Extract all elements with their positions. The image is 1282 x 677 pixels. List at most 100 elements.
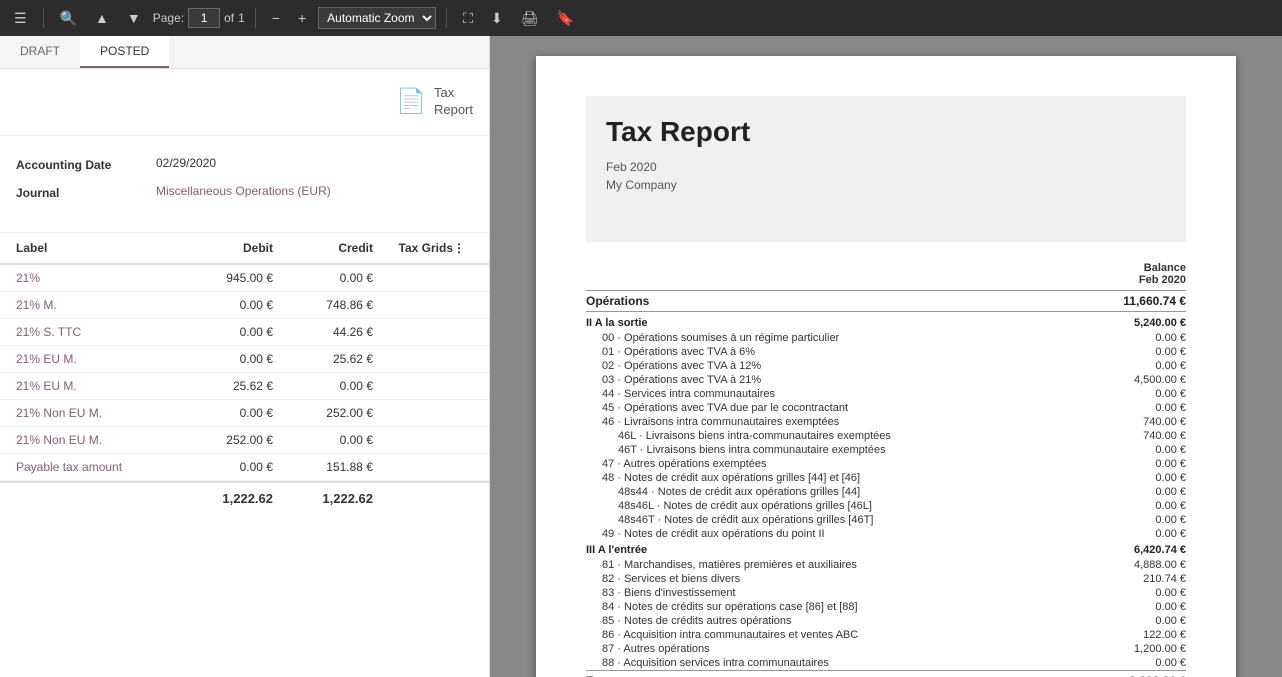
table-row[interactable]: 21% 945.00 € 0.00 € — [0, 265, 489, 292]
zoom-select[interactable]: Automatic Zoom — [318, 7, 436, 29]
pdf-line: 84 · Notes de crédits sur opérations cas… — [586, 600, 1186, 614]
row-credit: 748.86 € — [273, 298, 373, 312]
separator-3 — [446, 8, 447, 28]
report-label: Tax Report — [434, 85, 473, 119]
row-debit: 0.00 € — [173, 406, 273, 420]
row-credit: 0.00 € — [273, 379, 373, 393]
row-debit: 252.00 € — [173, 433, 273, 447]
pdf-sortie-lines: 00 · Opérations soumises à un régime par… — [586, 331, 1186, 541]
document-icon: 📄 — [396, 87, 426, 116]
page-of: of — [224, 11, 234, 25]
pdf-company: My Company — [606, 178, 1166, 192]
report-header: 📄 Tax Report — [0, 69, 489, 136]
row-debit: 0.00 € — [173, 325, 273, 339]
tab-posted[interactable]: POSTED — [80, 36, 169, 68]
accounting-date-label: Accounting Date — [16, 156, 156, 172]
journal-value[interactable]: Miscellaneous Operations (EUR) — [156, 184, 331, 198]
download-button[interactable]: ⬇ — [485, 6, 509, 31]
sidebar-toggle-button[interactable]: ☰ — [8, 6, 33, 31]
table-row[interactable]: 21% Non EU M. 252.00 € 0.00 € — [0, 427, 489, 454]
footer-credit: 1,222.62 — [273, 491, 373, 506]
table-footer: 1,222.62 1,222.62 — [0, 481, 489, 514]
journal-row: Journal Miscellaneous Operations (EUR) — [16, 184, 473, 200]
report-label-line1: Tax — [434, 85, 473, 102]
row-credit: 25.62 € — [273, 352, 373, 366]
pdf-line: 45 · Opérations avec TVA due par le coco… — [586, 401, 1186, 415]
col-label: Label — [16, 241, 173, 255]
pdf-line: 46T · Livraisons biens intra communautai… — [586, 443, 1186, 457]
table-row[interactable]: 21% EU M. 25.62 € 0.00 € — [0, 373, 489, 400]
pdf-line: 48s46T · Notes de crédit aux opérations … — [586, 513, 1186, 527]
pdf-line: 87 · Autres opérations1,200.00 € — [586, 642, 1186, 656]
pdf-subtitle: Feb 2020 — [606, 160, 1166, 174]
table-row[interactable]: 21% S. TTC 0.00 € 44.26 € — [0, 319, 489, 346]
row-label[interactable]: 21% Non EU M. — [16, 433, 173, 447]
left-panel: DRAFT POSTED 📄 Tax Report Accounting Dat… — [0, 36, 490, 677]
table-row[interactable]: 21% M. 0.00 € 748.86 € — [0, 292, 489, 319]
pdf-line: 86 · Acquisition intra communautaires et… — [586, 628, 1186, 642]
prev-page-button[interactable]: ▲ — [89, 6, 115, 30]
table-row[interactable]: 21% Non EU M. 0.00 € 252.00 € — [0, 400, 489, 427]
pdf-viewer[interactable]: Tax Report Feb 2020 My Company Balance F… — [490, 36, 1282, 677]
pdf-toolbar: ☰ 🔍 ▲ ▼ Page: of 1 − + Automatic Zoom ⛶ … — [0, 0, 1282, 36]
pdf-line: 48s46L · Notes de crédit aux opérations … — [586, 499, 1186, 513]
pdf-title-area: Tax Report Feb 2020 My Company — [586, 96, 1186, 242]
pdf-line: 48 · Notes de crédit aux opérations gril… — [586, 471, 1186, 485]
table-row[interactable]: Payable tax amount 0.00 € 151.88 € — [0, 454, 489, 481]
pdf-line: 82 · Services et biens divers210.74 € — [586, 572, 1186, 586]
page-total: 1 — [238, 11, 245, 25]
pdf-taxes-section: Taxes 2,293.36 € — [586, 670, 1186, 677]
pdf-title: Tax Report — [606, 116, 1166, 148]
accounting-date-row: Accounting Date 02/29/2020 — [16, 156, 473, 172]
pdf-line: 88 · Acquisition services intra communau… — [586, 656, 1186, 670]
table-section: Label Debit Credit Tax Grids ⋮ 21% 945.0… — [0, 233, 489, 677]
tab-draft[interactable]: DRAFT — [0, 36, 80, 68]
row-label[interactable]: 21% S. TTC — [16, 325, 173, 339]
separator-2 — [255, 8, 256, 28]
bookmark-button[interactable]: 🔖 — [550, 6, 579, 31]
search-button[interactable]: 🔍 — [54, 6, 83, 31]
row-debit: 0.00 € — [173, 298, 273, 312]
pdf-line: 48s44 · Notes de crédit aux opérations g… — [586, 485, 1186, 499]
pdf-line: 46 · Livraisons intra communautaires exe… — [586, 415, 1186, 429]
pdf-operations-section: Opérations 11,660.74 € — [586, 290, 1186, 312]
pdf-a-sortie: II A la sortie 5,240.00 € — [586, 314, 1186, 331]
pdf-a-entree: III A l'entrée 6,420.74 € — [586, 541, 1186, 558]
row-label[interactable]: 21% EU M. — [16, 379, 173, 393]
separator-1 — [43, 8, 44, 28]
table-row[interactable]: 21% EU M. 0.00 € 25.62 € — [0, 346, 489, 373]
pdf-entree-lines: 81 · Marchandises, matières premières et… — [586, 558, 1186, 670]
footer-actions — [453, 491, 473, 506]
report-icon-block: 📄 Tax Report — [396, 85, 473, 119]
row-credit: 252.00 € — [273, 406, 373, 420]
form-section: Accounting Date 02/29/2020 Journal Misce… — [0, 136, 489, 233]
row-label[interactable]: Payable tax amount — [16, 460, 173, 474]
row-label[interactable]: 21% — [16, 271, 173, 285]
page-input[interactable] — [188, 8, 220, 28]
footer-tax — [373, 491, 453, 506]
table-header: Label Debit Credit Tax Grids ⋮ — [0, 233, 489, 265]
col-actions: ⋮ — [453, 241, 473, 255]
zoom-in-button[interactable]: + — [292, 6, 312, 30]
row-debit: 0.00 € — [173, 352, 273, 366]
pdf-line: 44 · Services intra communautaires0.00 € — [586, 387, 1186, 401]
row-credit: 0.00 € — [273, 271, 373, 285]
pdf-line: 47 · Autres opérations exemptées0.00 € — [586, 457, 1186, 471]
row-debit: 945.00 € — [173, 271, 273, 285]
pdf-line: 00 · Opérations soumises à un régime par… — [586, 331, 1186, 345]
report-label-line2: Report — [434, 102, 473, 119]
print-button[interactable]: 🖨 — [515, 6, 545, 31]
accounting-date-value: 02/29/2020 — [156, 156, 216, 170]
row-label[interactable]: 21% EU M. — [16, 352, 173, 366]
pdf-line: 46L · Livraisons biens intra-communautai… — [586, 429, 1186, 443]
col-debit: Debit — [173, 241, 273, 255]
row-label[interactable]: 21% M. — [16, 298, 173, 312]
pdf-line: 01 · Opérations avec TVA à 6%0.00 € — [586, 345, 1186, 359]
zoom-out-button[interactable]: − — [266, 6, 286, 30]
row-label[interactable]: 21% Non EU M. — [16, 406, 173, 420]
pdf-balance-label: Balance Feb 2020 — [1066, 262, 1186, 286]
next-page-button[interactable]: ▼ — [121, 6, 147, 30]
pdf-line: 81 · Marchandises, matières premières et… — [586, 558, 1186, 572]
col-credit: Credit — [273, 241, 373, 255]
fullscreen-button[interactable]: ⛶ — [457, 6, 479, 31]
